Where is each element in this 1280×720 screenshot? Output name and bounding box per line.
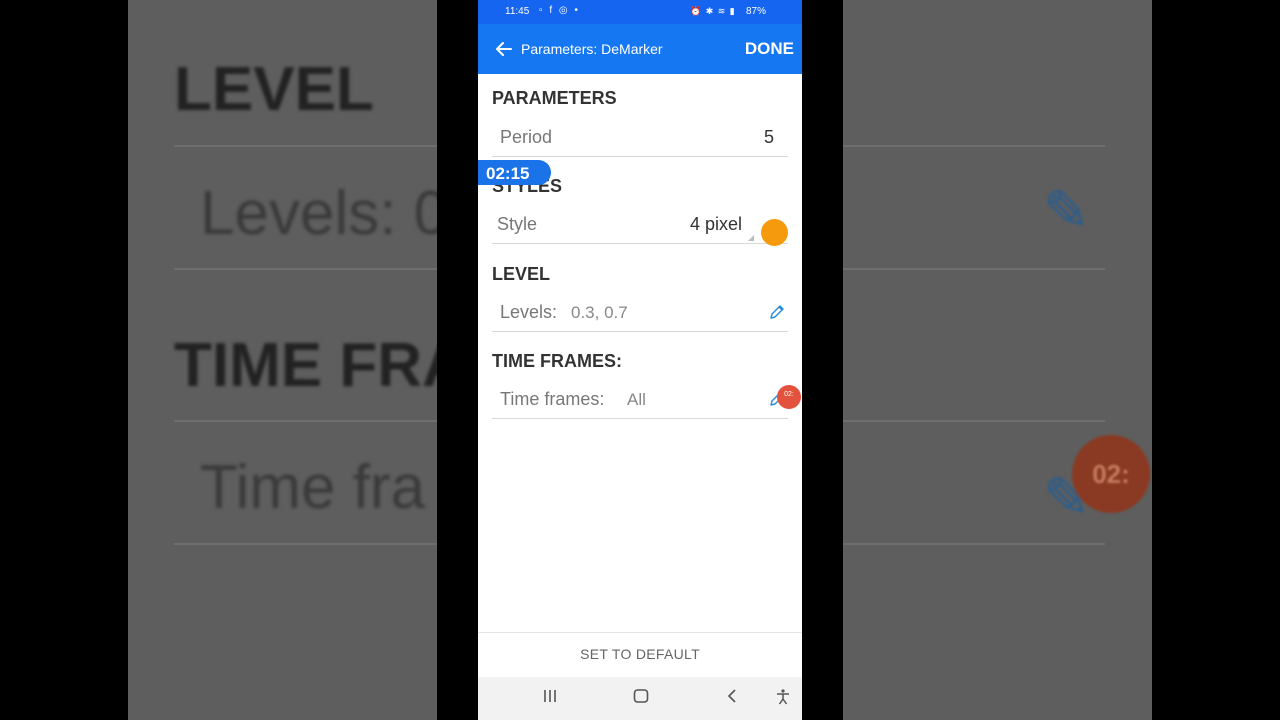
time-frames-label: Time frames: [500, 389, 605, 409]
recording-timer-text: 02:15 [486, 164, 530, 183]
bg-divider [174, 420, 437, 422]
section-time-frames-heading: TIME FRAMES: [492, 351, 622, 371]
recording-timer-chip: 02:15 [478, 160, 551, 185]
period-value[interactable]: 5 [764, 127, 774, 148]
recent-apps-icon[interactable] [542, 689, 558, 703]
recording-badge-text: 02: [784, 391, 794, 398]
app-bar: Parameters: DeMarker DONE [478, 24, 802, 74]
period-field[interactable]: Period 5 [492, 118, 788, 157]
phone-screen: 11:45 ▫ f ◎ • ⏰ ✱ ≋ ▮ 87% Parameters: De… [478, 0, 802, 720]
bg-timeframes-text: Time fra [200, 453, 426, 522]
bg-timeframes-heading: TIME FRA [174, 331, 437, 400]
style-field[interactable]: Style 4 pixel [492, 205, 788, 244]
levels-value: 0.3, 0.7 [571, 303, 628, 322]
bg-divider [843, 268, 1105, 270]
background-zoom-right: ✎ ✎ 02: [843, 0, 1152, 720]
recording-badge: 02: [777, 385, 801, 409]
edit-levels-pencil-icon[interactable] [768, 303, 786, 321]
bg-levels-text: Levels: 0 [200, 179, 437, 248]
bg-level-heading: LEVEL [174, 55, 374, 124]
bg-divider [843, 145, 1105, 147]
back-arrow-icon[interactable] [494, 39, 514, 59]
done-button[interactable]: DONE [745, 39, 794, 59]
background-zoom-left: LEVEL Levels: 0 TIME FRA Time fra [128, 0, 437, 720]
status-bar: 11:45 ▫ f ◎ • ⏰ ✱ ≋ ▮ 87% [478, 0, 802, 24]
footer-divider [478, 632, 802, 633]
set-to-default-button[interactable]: SET TO DEFAULT [478, 646, 802, 662]
back-nav-icon[interactable] [726, 689, 738, 703]
bg-divider [174, 268, 437, 270]
bg-divider [843, 420, 1105, 422]
system-nav-bar [478, 677, 802, 720]
style-label: Style [497, 214, 538, 234]
levels-label: Levels: [500, 302, 558, 322]
page-title: Parameters: DeMarker [521, 41, 663, 57]
period-label: Period [500, 127, 553, 147]
style-dropdown-value[interactable]: 4 pixel [690, 214, 742, 235]
status-time: 11:45 [505, 6, 530, 17]
bg-divider [843, 543, 1105, 545]
system-icons: ⏰ ✱ ≋ ▮ [690, 6, 736, 16]
time-frames-value: All [627, 390, 646, 409]
section-parameters-heading: PARAMETERS [492, 88, 617, 108]
levels-field[interactable]: Levels: 0.3, 0.7 [492, 293, 788, 332]
notification-icons: ▫ f ◎ • [539, 5, 580, 16]
touch-indicator-dot [761, 219, 788, 246]
dropdown-indicator-icon [748, 235, 754, 241]
bg-divider [174, 543, 437, 545]
bg-timer-badge: 02: [1072, 435, 1150, 513]
home-icon[interactable] [633, 689, 649, 703]
accessibility-icon[interactable] [776, 689, 790, 705]
time-frames-field[interactable]: Time frames: All [492, 380, 788, 419]
bg-pencil-icon: ✎ [1043, 179, 1090, 242]
battery-level: 87% [746, 6, 767, 17]
bg-divider [174, 145, 437, 147]
section-level-heading: LEVEL [492, 264, 551, 284]
